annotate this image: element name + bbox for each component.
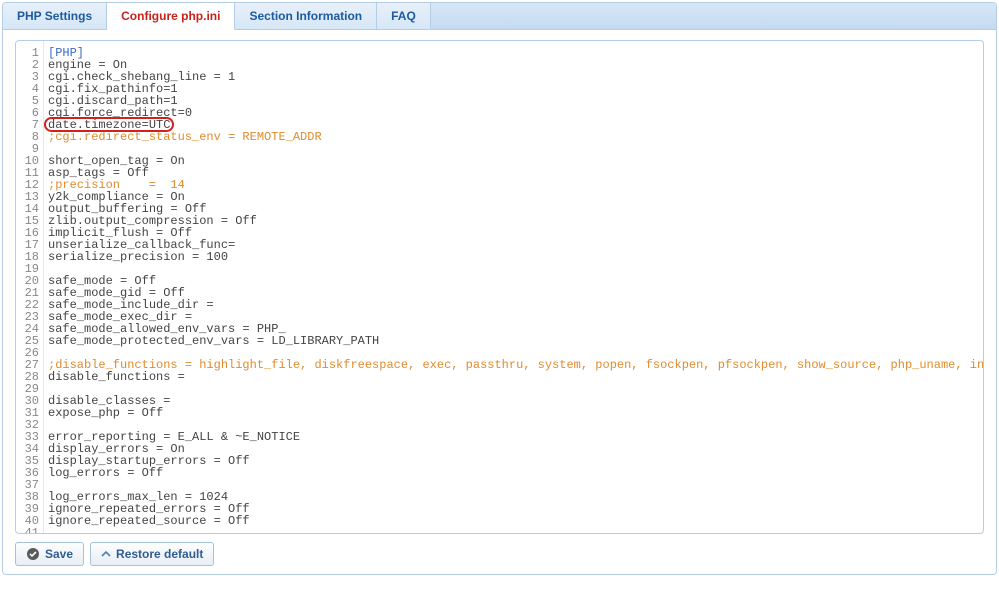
content-area: 1234567891011121314151617181920212223242… (3, 30, 996, 574)
footer-buttons: Save Restore default (15, 542, 984, 566)
code-line[interactable] (48, 263, 983, 275)
restore-default-button[interactable]: Restore default (90, 542, 214, 566)
code-line[interactable]: safe_mode = Off (48, 275, 983, 287)
tab-bar: PHP SettingsConfigure php.iniSection Inf… (3, 3, 996, 30)
code-line[interactable]: asp_tags = Off (48, 167, 983, 179)
code-line[interactable]: cgi.force_redirect=0 (48, 107, 983, 119)
code-line[interactable]: ;precision = 14 (48, 179, 983, 191)
code-line[interactable] (48, 143, 983, 155)
tab-configure-php-ini[interactable]: Configure php.ini (107, 3, 235, 30)
tab-faq[interactable]: FAQ (377, 3, 431, 29)
code-line[interactable]: safe_mode_protected_env_vars = LD_LIBRAR… (48, 335, 983, 347)
code-editor[interactable]: 1234567891011121314151617181920212223242… (15, 40, 984, 534)
code-line[interactable]: ignore_repeated_source = Off (48, 515, 983, 527)
code-line[interactable]: [PHP] (48, 47, 983, 59)
code-line[interactable]: log_errors = Off (48, 467, 983, 479)
panel: PHP SettingsConfigure php.iniSection Inf… (2, 2, 997, 575)
save-button[interactable]: Save (15, 542, 84, 566)
restore-label: Restore default (116, 547, 203, 561)
code-line[interactable]: ;cgi.redirect_status_env = REMOTE_ADDR (48, 131, 983, 143)
check-icon (26, 547, 40, 561)
code-line[interactable]: serialize_precision = 100 (48, 251, 983, 263)
line-number-gutter: 1234567891011121314151617181920212223242… (16, 41, 44, 533)
code-line[interactable]: display_startup_errors = Off (48, 455, 983, 467)
tab-section-information[interactable]: Section Information (235, 3, 377, 29)
code-line[interactable]: short_open_tag = On (48, 155, 983, 167)
tab-php-settings[interactable]: PHP Settings (3, 3, 107, 29)
code-area[interactable]: [PHP]engine = Oncgi.check_shebang_line =… (44, 41, 983, 533)
code-line[interactable] (48, 383, 983, 395)
code-line[interactable]: disable_functions = (48, 371, 983, 383)
code-line[interactable]: expose_php = Off (48, 407, 983, 419)
save-label: Save (45, 547, 73, 561)
code-line[interactable]: ;disable_functions = highlight_file, dis… (48, 359, 983, 371)
code-line[interactable]: cgi.fix_pathinfo=1 (48, 83, 983, 95)
code-line[interactable]: error_reporting = E_ALL & ~E_NOTICE (48, 431, 983, 443)
chevron-up-icon (101, 549, 111, 559)
code-line[interactable]: cgi.check_shebang_line = 1 (48, 71, 983, 83)
code-line[interactable]: disable_classes = (48, 395, 983, 407)
